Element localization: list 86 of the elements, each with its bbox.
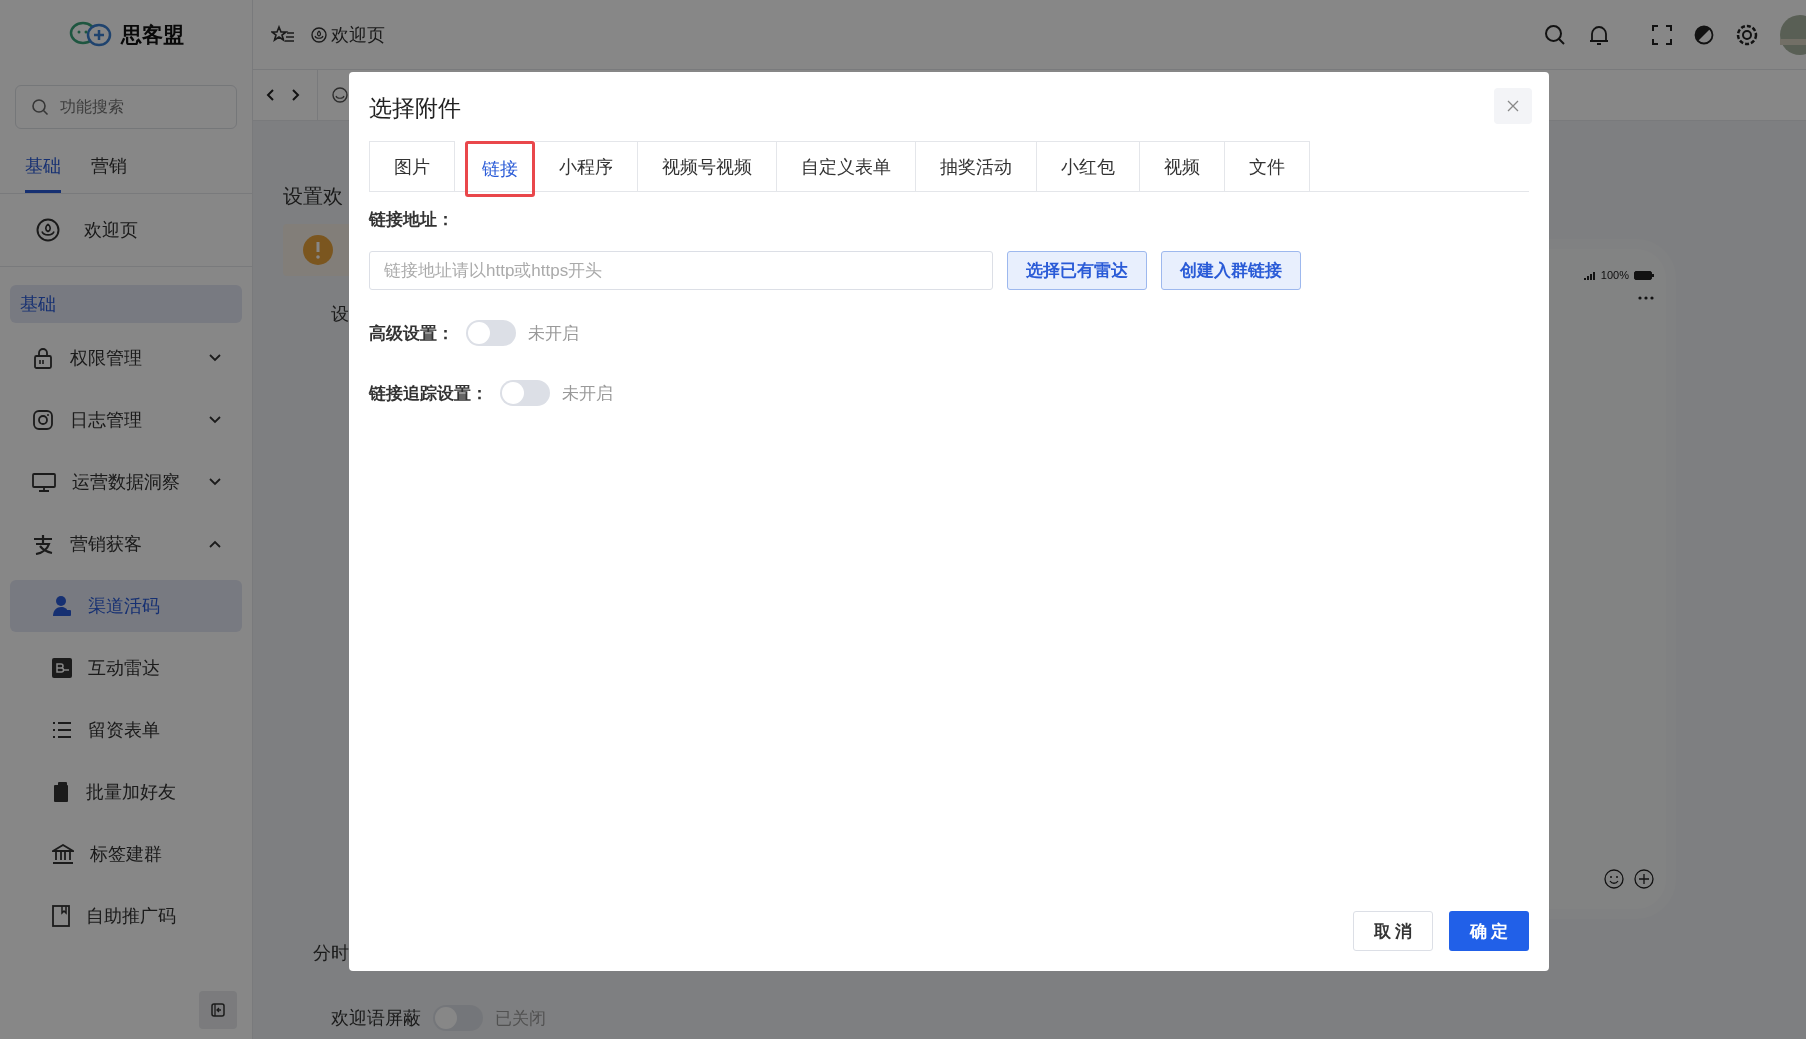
bank-icon (52, 844, 74, 864)
action-button[interactable]: 选择已有雷达 (1007, 251, 1147, 290)
lotus-icon (36, 218, 60, 242)
field-label: 链接地址： (369, 209, 455, 231)
search-field[interactable]: 功能搜索 (15, 85, 237, 129)
star-list-icon[interactable] (271, 24, 295, 45)
menu-label: 日志管理 (70, 409, 143, 432)
camera-icon (32, 409, 54, 431)
menu-item[interactable]: 营销获客 (0, 513, 252, 575)
action-button[interactable]: 创建入群链接 (1161, 251, 1301, 290)
attachment-tab[interactable]: 图片 (369, 141, 455, 191)
contrast-icon[interactable] (1694, 24, 1714, 45)
section-title: 设置欢 (283, 184, 344, 209)
chevron-left-icon[interactable] (265, 88, 275, 102)
plus-icon[interactable] (1634, 869, 1654, 889)
lock-icon (32, 347, 54, 369)
collapse-icon (211, 1003, 225, 1017)
submenu-item[interactable]: 标签建群 (10, 828, 242, 880)
lotus-icon (332, 87, 348, 103)
menu-label: 营销获客 (70, 533, 143, 556)
toggle-status: 未开启 (528, 322, 579, 345)
alipay-icon (32, 533, 54, 555)
toggle-status: 未开启 (562, 382, 613, 405)
bell-icon[interactable] (1588, 23, 1610, 46)
app-logo-text: 思客盟 (120, 22, 184, 48)
sidebar-item[interactable]: 欢迎页 (84, 218, 138, 242)
more-icon[interactable] (1638, 296, 1654, 300)
warning-icon (303, 235, 333, 265)
submenu-label: 留资表单 (88, 719, 160, 742)
page-title: 欢迎页 (331, 23, 385, 47)
lotus-icon (311, 26, 327, 43)
collapse-button[interactable] (199, 991, 237, 1029)
attachment-tab[interactable]: 抽奖活动 (916, 141, 1037, 191)
attachment-tab[interactable]: 文件 (1225, 141, 1310, 191)
sidebar-tab[interactable]: 基础 (25, 154, 61, 193)
monitor-icon (32, 471, 56, 493)
search-icon (31, 98, 49, 116)
menu-item[interactable]: 日志管理 (0, 389, 252, 451)
list-icon (52, 721, 72, 739)
attachment-tab[interactable]: 小红包 (1037, 141, 1140, 191)
submenu-label: 渠道活码 (88, 595, 160, 618)
dialog-title: 选择附件 (369, 93, 461, 123)
bookmark-page-icon (52, 905, 70, 927)
confirm-button[interactable]: 确 定 (1449, 911, 1529, 951)
submenu-item[interactable]: 批量加好友 (10, 766, 242, 818)
form-label: 分时 (313, 942, 350, 965)
form-label: 欢迎语屏蔽 (331, 1007, 421, 1030)
menu-item[interactable]: 权限管理 (0, 327, 252, 389)
attachment-tab[interactable]: 自定义表单 (777, 141, 916, 191)
battery-icon (1634, 270, 1654, 280)
submenu-label: 标签建群 (90, 843, 162, 866)
search-icon[interactable] (1544, 23, 1566, 46)
toggle-switch[interactable] (466, 320, 516, 346)
sidebar-tab[interactable]: 营销 (91, 154, 127, 193)
menu-label: 运营数据洞察 (72, 471, 181, 494)
signal-icon (1583, 270, 1596, 280)
fullscreen-icon[interactable] (1652, 24, 1672, 45)
square-badge-icon (52, 658, 72, 678)
menu-item[interactable]: 运营数据洞察 (0, 451, 252, 513)
submenu-item[interactable]: 渠道活码 (10, 580, 242, 632)
attachment-tab[interactable]: 链接 (465, 141, 535, 197)
toggle-switch[interactable] (500, 380, 550, 406)
clipboard-icon (52, 781, 70, 803)
submenu-item[interactable]: 互动雷达 (10, 642, 242, 694)
attachment-tab[interactable]: 视频号视频 (638, 141, 777, 191)
submenu-label: 自助推广码 (86, 905, 176, 928)
chat-bubbles-logo-icon (68, 21, 113, 49)
battery-percent: 100% (1600, 269, 1629, 281)
submenu-label: 互动雷达 (88, 657, 160, 680)
form-label: 设 (331, 303, 350, 326)
url-input-field[interactable]: 链接地址请以http或https开头 (369, 251, 993, 290)
submenu-item[interactable]: 自助推广码 (10, 890, 242, 942)
cancel-button[interactable]: 取 消 (1353, 911, 1433, 951)
menu-group-header: 基础 (10, 285, 242, 323)
settings-icon[interactable] (1736, 23, 1758, 46)
menu-label: 权限管理 (70, 347, 143, 370)
attachment-tab[interactable]: 小程序 (535, 141, 638, 191)
submenu-label: 批量加好友 (86, 781, 176, 804)
person-icon (52, 595, 72, 617)
field-label: 高级设置： (369, 322, 454, 345)
close-icon (1507, 100, 1519, 112)
emoji-icon[interactable] (1604, 869, 1624, 889)
attachment-tab[interactable]: 视频 (1140, 141, 1225, 191)
chevron-right-icon[interactable] (291, 88, 301, 102)
submenu-item[interactable]: 留资表单 (10, 704, 242, 756)
field-label: 链接追踪设置： (369, 382, 488, 405)
